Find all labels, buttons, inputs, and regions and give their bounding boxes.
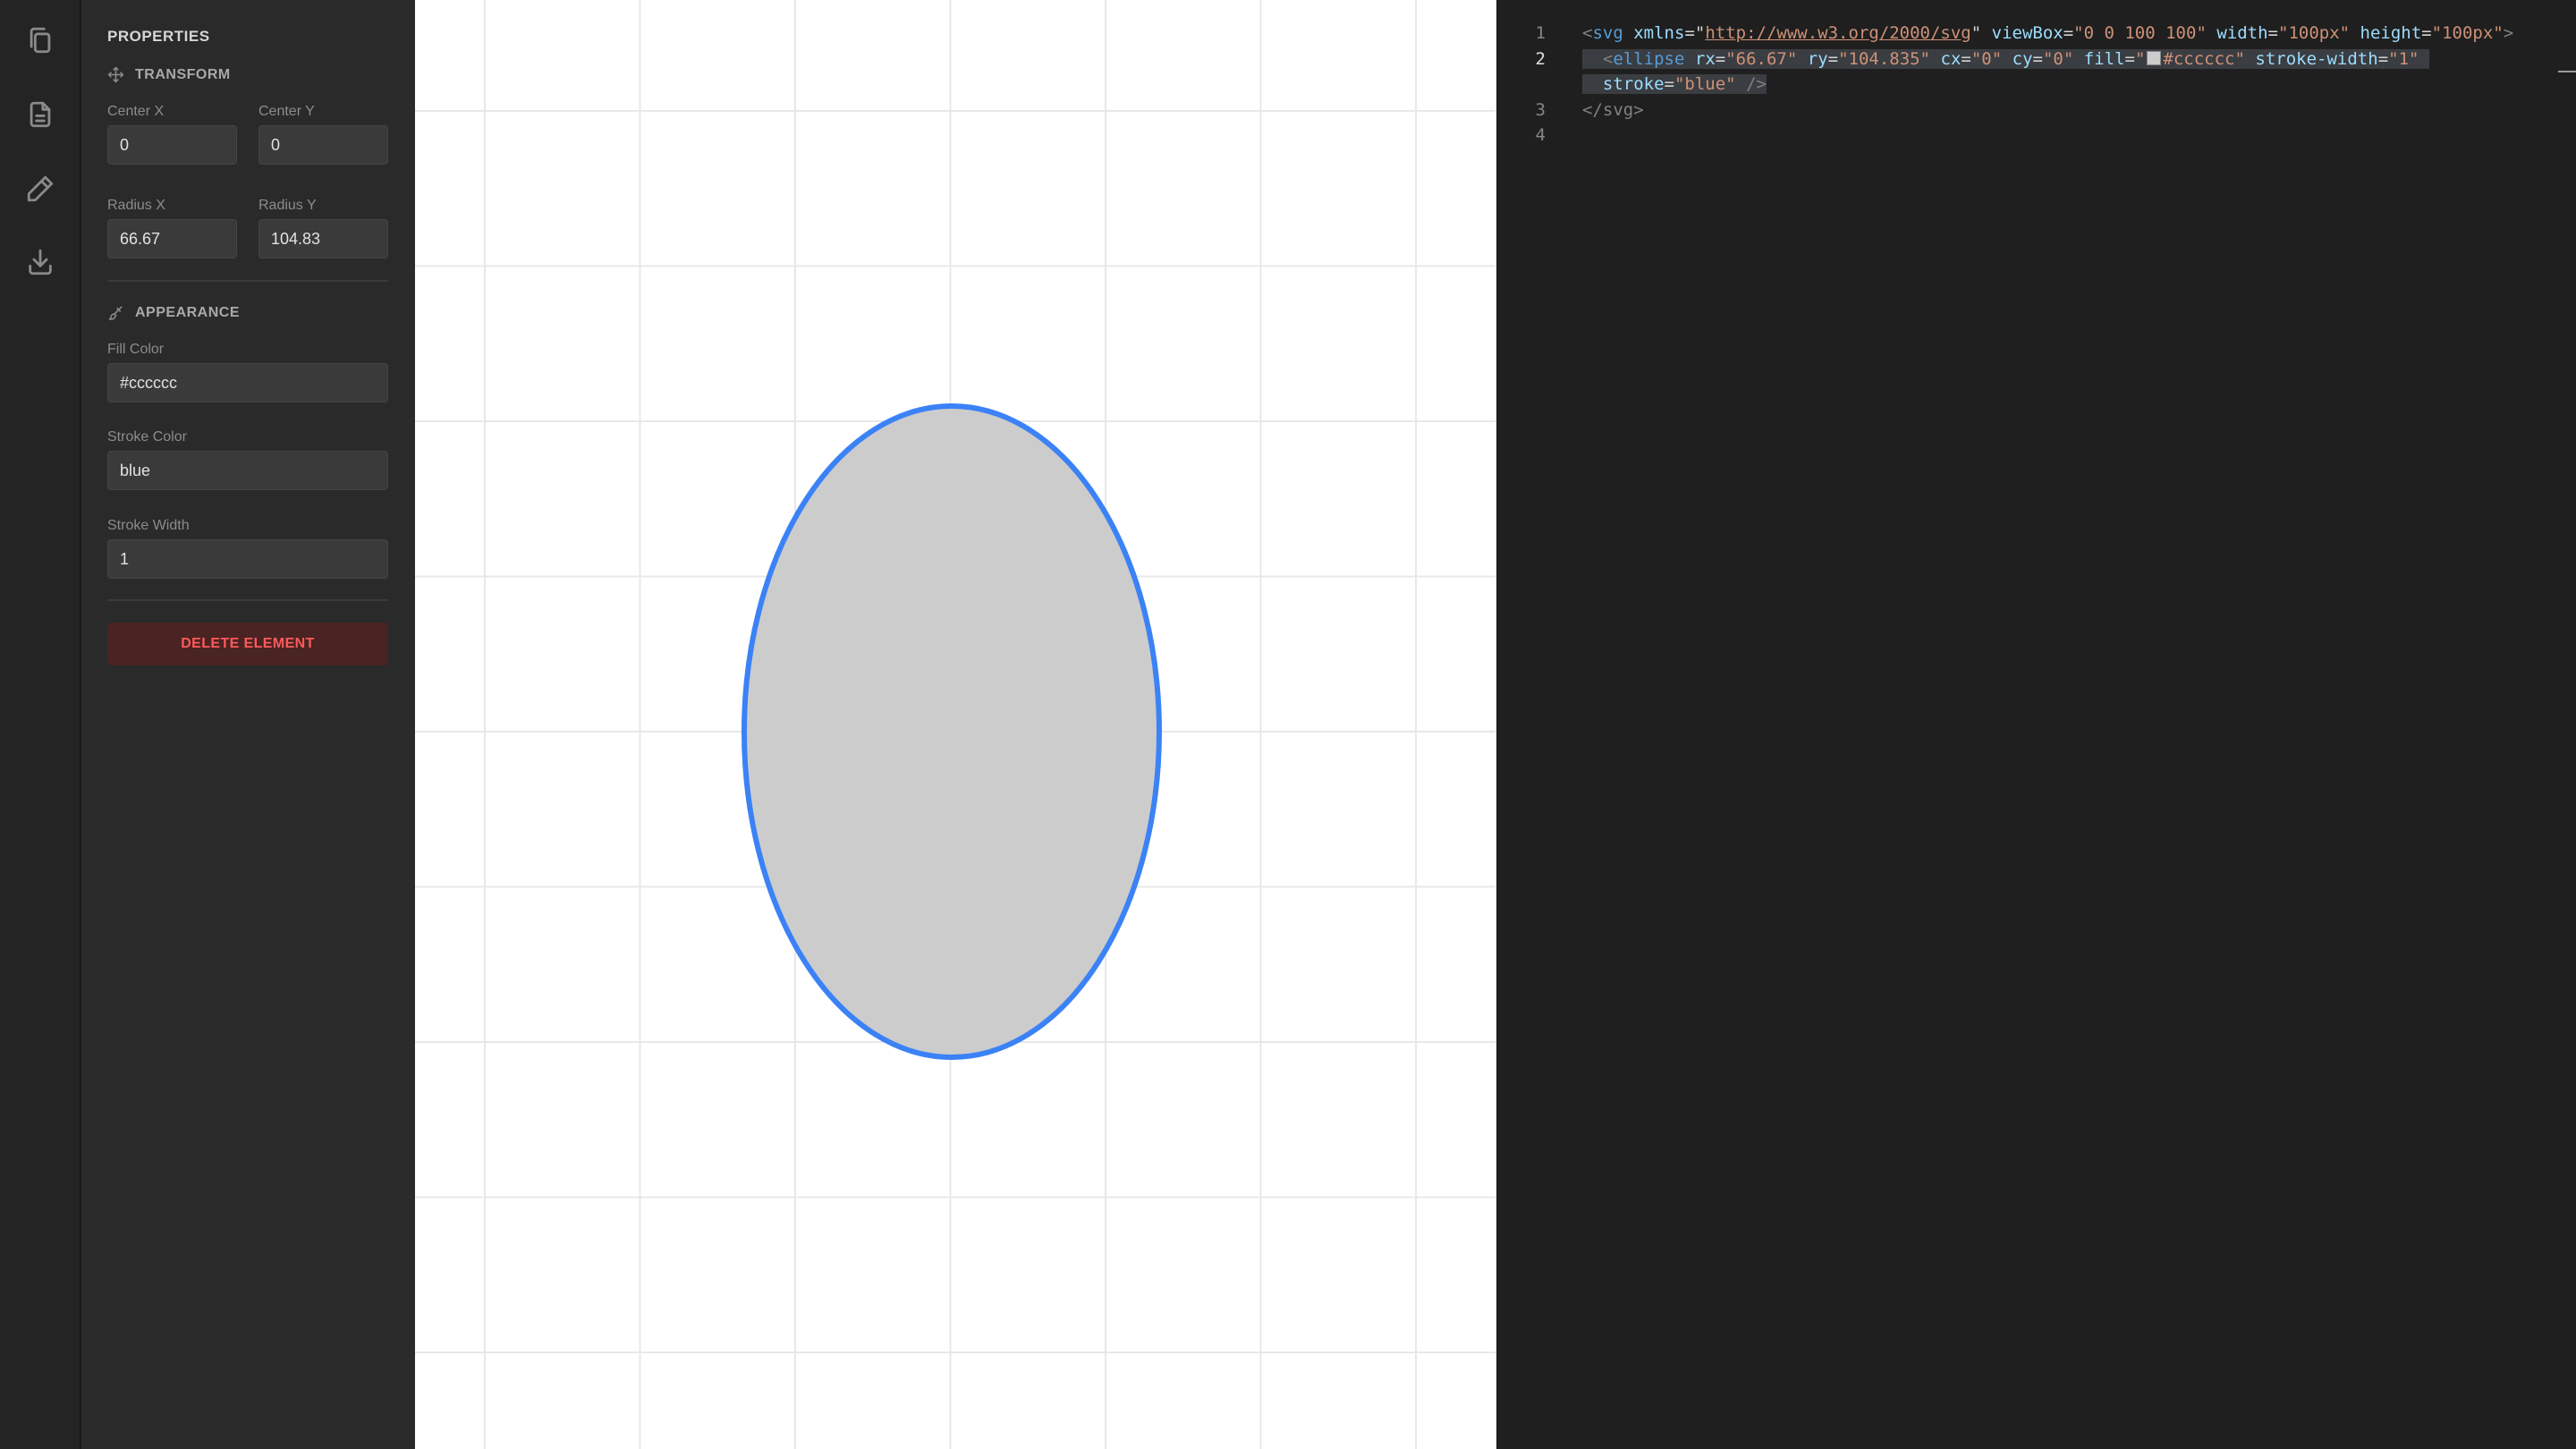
ellipse-shape[interactable]	[741, 403, 1162, 1060]
section-divider	[107, 599, 388, 601]
fill-color-label: Fill Color	[107, 342, 165, 357]
code-token: stroke-width	[2255, 49, 2378, 69]
center-y-input[interactable]	[258, 125, 388, 165]
file-icon[interactable]	[21, 96, 59, 133]
scroll-marker	[2558, 71, 2576, 72]
code-token: #cccccc	[2163, 49, 2235, 69]
code-token: "0"	[1970, 49, 2003, 69]
code-token: "blue"	[1674, 74, 1736, 94]
transform-section-header: TRANSFORM	[107, 66, 231, 83]
delete-element-button[interactable]: DELETE ELEMENT	[107, 623, 388, 665]
radius-y-input[interactable]	[258, 219, 388, 258]
code-token: "66.67"	[1725, 49, 1798, 69]
move-icon	[107, 66, 124, 83]
appearance-heading: APPEARANCE	[135, 304, 241, 320]
center-y-label: Center Y	[258, 104, 315, 119]
center-x-input[interactable]	[107, 125, 237, 165]
stroke-width-label: Stroke Width	[107, 518, 190, 533]
appearance-section-header: APPEARANCE	[107, 304, 240, 321]
stroke-width-input[interactable]	[107, 539, 388, 579]
fill-color-input[interactable]	[107, 363, 388, 402]
code-token: ellipse	[1613, 49, 1685, 69]
transform-heading: TRANSFORM	[135, 66, 231, 82]
code-link[interactable]: http://www.w3.org/2000/svg	[1705, 23, 1970, 43]
line-number-active: 2	[1535, 49, 1546, 69]
code-token: "0"	[2042, 49, 2074, 69]
code-token: >	[2503, 23, 2514, 43]
code-line-3: </svg>	[1582, 100, 1644, 120]
color-swatch[interactable]	[2147, 51, 2162, 65]
code-line-1: <svg xmlns="http://www.w3.org/2000/svg" …	[1582, 23, 2514, 43]
code-token: svg	[1592, 23, 1623, 43]
code-token: cx	[1940, 49, 1962, 69]
section-divider	[107, 280, 388, 282]
properties-panel: PROPERTIES TRANSFORM Center X Center Y R…	[81, 0, 415, 1449]
code-token: "100px"	[2431, 23, 2504, 43]
code-token: cy	[2012, 49, 2033, 69]
code-token: "104.835"	[1838, 49, 1931, 69]
radius-x-input[interactable]	[107, 219, 237, 258]
line-number: 3	[1535, 100, 1546, 120]
code-token: fill	[2083, 49, 2125, 69]
radius-y-label: Radius Y	[258, 198, 317, 213]
line-number: 4	[1535, 125, 1546, 145]
code-token: "0 0 100 100"	[2073, 23, 2207, 43]
panel-title: PROPERTIES	[107, 28, 210, 45]
code-token: stroke	[1602, 74, 1665, 94]
code-token: <	[1582, 23, 1593, 43]
code-line-2: <ellipse rx="66.67" ry="104.835" cx="0" …	[1582, 49, 2429, 69]
line-number: 1	[1535, 23, 1546, 43]
code-token: rx	[1694, 49, 1716, 69]
code-token: ry	[1807, 49, 1828, 69]
pencil-icon[interactable]	[21, 170, 59, 208]
icon-rail	[0, 0, 81, 1449]
copy-icon[interactable]	[21, 21, 59, 59]
download-icon[interactable]	[21, 243, 59, 281]
code-line-2-wrap: stroke="blue" />	[1582, 74, 1767, 94]
code-token: "100px"	[2278, 23, 2351, 43]
radius-x-label: Radius X	[107, 198, 165, 213]
canvas-svg	[415, 0, 1496, 1449]
code-token: height	[2360, 23, 2422, 43]
code-token: viewBox	[1991, 23, 2063, 43]
center-x-label: Center X	[107, 104, 165, 119]
code-editor[interactable]: 1 2 3 4 <svg xmlns="http://www.w3.org/20…	[1496, 0, 2576, 1449]
stroke-color-input[interactable]	[107, 451, 388, 490]
code-token: xmlns	[1633, 23, 1685, 43]
svg-canvas[interactable]	[415, 0, 1498, 1449]
stroke-color-label: Stroke Color	[107, 429, 187, 445]
brush-icon	[108, 306, 123, 320]
code-token: />	[1746, 74, 1767, 94]
code-token: "1"	[2388, 49, 2419, 69]
code-token: width	[2216, 23, 2268, 43]
